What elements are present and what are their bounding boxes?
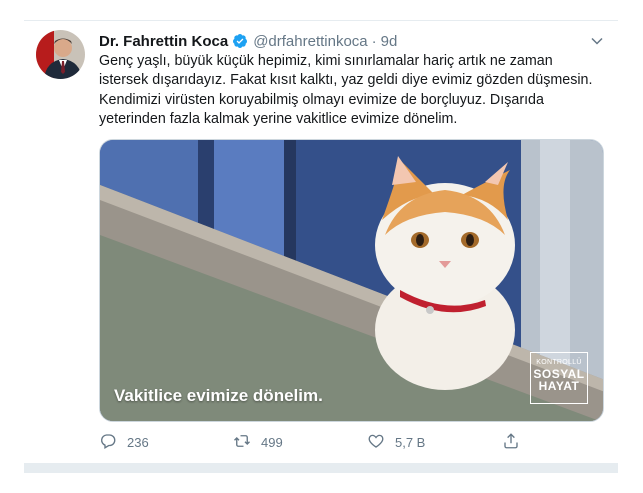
display-name[interactable]: Dr. Fahrettin Koca: [99, 33, 228, 50]
campaign-logo-line: HAYAT: [538, 379, 580, 393]
tweet-text: Genç yaşlı, büyük küçük hepimiz, kimi sı…: [99, 52, 611, 130]
retweet-button[interactable]: 499: [233, 432, 283, 452]
tweet-text-line: Genç yaşlı, büyük küçük hepimiz, kimi sı…: [99, 53, 553, 69]
share-button[interactable]: [502, 432, 520, 452]
tweet-text-line: istersek dışarıdayız. Fakat kısıt kalktı…: [99, 72, 593, 89]
retweet-icon: [233, 432, 251, 453]
user-handle[interactable]: @drfahrettinkoca: [253, 33, 367, 50]
campaign-logo: KONTROLLÜ SOSYAL HAYAT: [530, 352, 588, 404]
reply-icon: [99, 432, 117, 453]
reply-button[interactable]: 236: [99, 432, 149, 452]
campaign-logo-line: KONTROLLÜ: [536, 359, 582, 366]
media-caption: Vakitlice evimize dönelim.: [114, 386, 323, 405]
like-button[interactable]: 5,7 B: [367, 432, 425, 452]
separator-dot: ·: [371, 32, 377, 50]
avatar[interactable]: [36, 30, 85, 79]
tweet-header: Dr. Fahrettin Koca @drfahrettinkoca · 9d: [99, 31, 397, 51]
tweet-text-line: Kendimizi virüsten koruyabilmiş olmayı e…: [99, 91, 544, 108]
chevron-down-icon[interactable]: [590, 34, 604, 48]
heart-icon: [367, 432, 385, 453]
tweet-text-line: yeterinden fazla kalmak yerine vakitlice…: [99, 111, 458, 128]
like-count: 5,7 B: [395, 434, 426, 450]
retweet-count: 499: [261, 434, 283, 450]
timestamp[interactable]: 9d: [381, 33, 398, 50]
verified-badge-icon: [232, 33, 248, 49]
reply-count: 236: [127, 434, 149, 450]
tweet-media-image[interactable]: Vakitlice evimize dönelim. KONTROLLÜ SOS…: [99, 139, 604, 422]
tweet-actions: 236 499 5,7 B: [99, 432, 559, 452]
timeline-divider: [24, 463, 618, 473]
share-icon: [502, 432, 520, 453]
